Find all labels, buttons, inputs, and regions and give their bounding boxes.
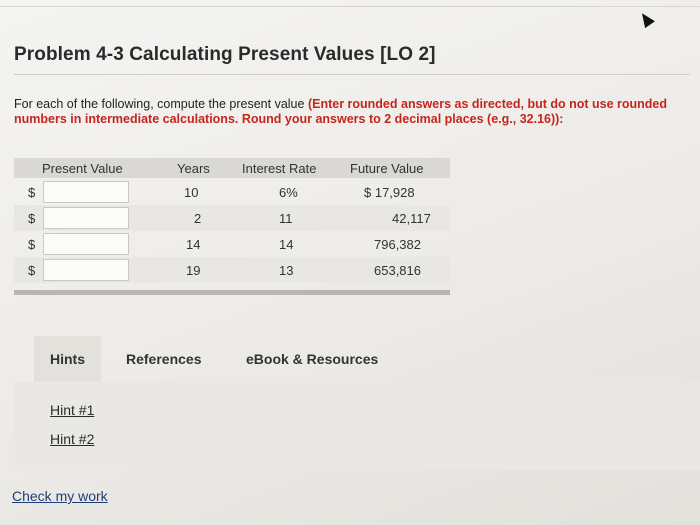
resource-tabs: Hints References eBook & Resources (14, 336, 700, 382)
tab-hints[interactable]: Hints (34, 336, 101, 382)
instructions-text: For each of the following, compute the p… (14, 97, 305, 111)
header-future-value: Future Value (350, 161, 424, 176)
problem-title: Problem 4-3 Calculating Present Values [… (14, 44, 436, 65)
present-value-input[interactable] (43, 233, 129, 255)
assignment-page: Problem 4-3 Calculating Present Values [… (0, 0, 700, 525)
table-row: $ 2 11 42,117 (14, 205, 450, 231)
future-value-value: $ 17,928 (364, 185, 415, 200)
currency-symbol: $ (28, 237, 36, 252)
interest-rate-value: 14 (279, 237, 294, 252)
table-row: $ 19 13 653,816 (14, 257, 450, 283)
table-row: $ 10 6% $ 17,928 (14, 179, 450, 205)
currency-symbol: $ (28, 185, 36, 200)
present-value-input[interactable] (43, 181, 129, 203)
currency-symbol: $ (28, 263, 36, 278)
years-value: 10 (184, 185, 199, 200)
header-present-value: Present Value (42, 161, 123, 176)
currency-symbol: $ (28, 211, 36, 226)
future-value-value: 42,117 (392, 211, 431, 226)
instructions: For each of the following, compute the p… (14, 97, 684, 127)
years-value: 19 (186, 263, 201, 278)
table-header: Present Value Years Interest Rate Future… (14, 158, 450, 178)
title-divider (14, 74, 690, 75)
header-interest-rate: Interest Rate (242, 161, 317, 176)
interest-rate-value: 6% (279, 185, 298, 200)
mouse-pointer-icon (637, 9, 655, 29)
interest-rate-value: 11 (279, 211, 293, 226)
top-divider (0, 6, 700, 7)
tab-ebook-resources[interactable]: eBook & Resources (246, 336, 378, 382)
interest-rate-value: 13 (279, 263, 294, 278)
years-value: 2 (194, 211, 202, 226)
present-value-input[interactable] (43, 207, 129, 229)
future-value-value: 796,382 (374, 237, 421, 252)
tab-references[interactable]: References (126, 336, 202, 382)
header-years: Years (177, 161, 210, 176)
hints-panel: Hint #1 Hint #2 (14, 382, 700, 470)
hint-1-link[interactable]: Hint #1 (50, 402, 94, 418)
future-value-value: 653,816 (374, 263, 421, 278)
hint-2-link[interactable]: Hint #2 (50, 431, 94, 447)
table-row: $ 14 14 796,382 (14, 231, 450, 257)
years-value: 14 (186, 237, 201, 252)
present-value-input[interactable] (43, 259, 129, 281)
check-my-work-link[interactable]: Check my work (12, 488, 108, 504)
table-bottom-bar (14, 290, 450, 295)
